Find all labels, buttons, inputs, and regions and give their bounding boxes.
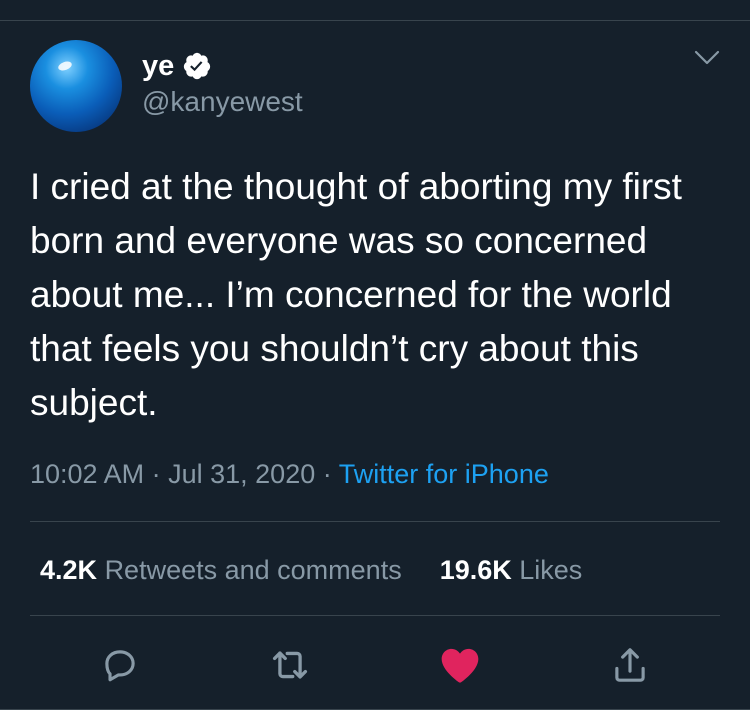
heart-icon (441, 648, 479, 683)
avatar-highlight (57, 59, 73, 73)
tweet-source-link[interactable]: Twitter for iPhone (339, 459, 549, 489)
meta-separator: · (322, 459, 332, 489)
likes-label: Likes (519, 555, 583, 585)
share-icon (615, 648, 645, 682)
tweet-detail: ye @kanyewest I cried at the thought of … (0, 0, 750, 710)
retweet-icon (272, 651, 308, 679)
likes-count: 19.6K (439, 555, 512, 585)
like-button[interactable] (435, 640, 485, 690)
tweet-date[interactable]: Jul 31, 2020 (168, 459, 315, 489)
author-name-row[interactable]: ye (142, 50, 212, 82)
engagement-stats: 4.2K Retweets and comments 19.6K Likes (40, 552, 582, 588)
meta-separator: · (151, 459, 161, 489)
retweets-stat[interactable]: 4.2K Retweets and comments (40, 552, 402, 588)
tweet-time[interactable]: 10:02 AM (30, 459, 144, 489)
retweet-button[interactable] (265, 640, 315, 690)
tweet-meta: 10:02 AM · Jul 31, 2020 · Twitter for iP… (30, 456, 549, 492)
divider (30, 521, 720, 522)
retweets-count: 4.2K (40, 555, 98, 585)
tweet-text: I cried at the thought of aborting my fi… (30, 166, 682, 423)
likes-stat[interactable]: 19.6K Likes (440, 552, 583, 588)
author-handle[interactable]: @kanyewest (142, 86, 303, 118)
reply-icon (105, 650, 135, 682)
divider (30, 615, 720, 616)
tweet-actions (0, 640, 750, 690)
verified-badge-icon (184, 52, 211, 80)
retweets-label: Retweets and comments (104, 555, 402, 585)
reply-button[interactable] (95, 640, 145, 690)
avatar[interactable] (30, 40, 122, 132)
chevron-down-icon[interactable] (694, 50, 720, 66)
top-divider (0, 20, 750, 21)
display-name[interactable]: ye (142, 50, 174, 82)
share-button[interactable] (605, 640, 655, 690)
